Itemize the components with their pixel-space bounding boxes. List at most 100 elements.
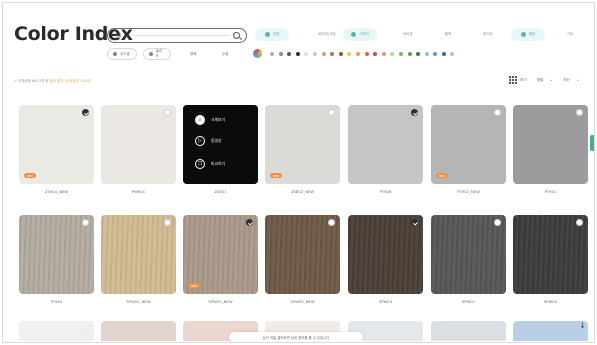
card-name[interactable]: PT902_NEW <box>431 189 506 194</box>
card-name[interactable]: ZS802_NEW <box>265 189 340 194</box>
color-card-preview[interactable] <box>513 321 588 341</box>
color-swatch[interactable] <box>416 51 421 56</box>
color-card[interactable] <box>513 105 588 184</box>
select-checkbox[interactable] <box>164 109 171 116</box>
select-checkbox[interactable] <box>328 109 335 116</box>
menu-item-magnifier[interactable]: ⌕ 크게보기 <box>195 115 225 125</box>
color-swatch[interactable] <box>441 51 446 56</box>
color-swatch[interactable] <box>304 51 309 56</box>
color-card[interactable]: ⌕ 크게보기 ▷ 동영상 ❐ 비교하기 <box>183 105 258 184</box>
color-swatch[interactable] <box>338 51 343 56</box>
card-name[interactable]: SPW01 <box>431 299 506 304</box>
select-checkbox[interactable] <box>494 109 501 116</box>
sort-select[interactable]: 정렬 <box>537 78 543 83</box>
color-card[interactable]: NEW <box>19 105 94 184</box>
order-select[interactable]: 최신 <box>563 78 569 83</box>
type-chip[interactable]: 무광 <box>217 48 237 60</box>
side-tab[interactable] <box>590 135 594 151</box>
menu-item-copy[interactable]: ❐ 비교하기 <box>195 159 225 169</box>
view-label[interactable]: 보기 <box>520 78 526 83</box>
color-card-preview[interactable] <box>101 321 176 341</box>
breadcrumb-prefix[interactable]: < 전체상품 6813개 중 <box>14 79 49 83</box>
card-name[interactable]: ZS801 <box>183 189 258 194</box>
color-card-preview[interactable] <box>431 321 506 341</box>
filter-chip[interactable]: 기타 <box>555 28 585 41</box>
card-name[interactable]: PT908 <box>348 189 423 194</box>
type-chip[interactable]: 광택 <box>185 48 205 60</box>
filter-chip[interactable]: 그레이 <box>343 28 377 41</box>
select-checkbox[interactable] <box>494 219 501 226</box>
select-checkbox[interactable] <box>246 219 253 226</box>
play-icon: ▷ <box>195 136 205 146</box>
type-chip[interactable]: 솔리드 <box>143 48 171 60</box>
color-swatch[interactable] <box>433 51 438 56</box>
select-checkbox[interactable] <box>82 219 89 226</box>
color-swatch[interactable] <box>295 51 300 56</box>
color-swatch[interactable] <box>364 51 369 56</box>
color-card[interactable] <box>101 105 176 184</box>
filter-chip-label: 전체 <box>272 32 280 36</box>
color-swatch[interactable] <box>312 51 317 56</box>
color-card[interactable] <box>431 215 506 294</box>
grid-view-icon[interactable] <box>509 76 518 84</box>
color-swatch[interactable] <box>373 51 378 56</box>
card-name[interactable]: PT903 <box>19 299 94 304</box>
filter-chip-label: 브라운 <box>403 32 413 36</box>
color-card[interactable] <box>348 105 423 184</box>
card-name[interactable]: SPW05_NEW <box>265 299 340 304</box>
select-checkbox[interactable] <box>576 219 583 226</box>
color-card[interactable]: NEW <box>431 105 506 184</box>
select-checkbox[interactable] <box>82 109 89 116</box>
color-card[interactable] <box>348 215 423 294</box>
color-swatch[interactable] <box>270 51 274 56</box>
filter-chip-label: 패턴 <box>528 32 536 36</box>
color-swatch[interactable] <box>330 51 335 56</box>
color-swatch[interactable] <box>278 51 283 56</box>
filter-chip[interactable]: 블랙 <box>431 28 465 41</box>
select-checkbox[interactable] <box>164 219 171 226</box>
card-name[interactable]: SPW02_NEW <box>101 299 176 304</box>
color-card[interactable]: NEW <box>183 215 258 294</box>
type-chip[interactable]: 우드결 <box>107 48 137 60</box>
color-card[interactable] <box>19 215 94 294</box>
color-card[interactable]: NEW <box>265 105 340 184</box>
menu-item-label: 비교하기 <box>211 161 225 166</box>
color-card[interactable] <box>101 215 176 294</box>
new-badge: NEW <box>24 173 36 178</box>
select-checkbox[interactable] <box>576 109 583 116</box>
card-name[interactable]: SPW03_NEW <box>183 299 258 304</box>
card-name[interactable]: SPW03 <box>513 299 588 304</box>
filter-chip[interactable]: 패턴 <box>511 28 545 41</box>
color-swatch[interactable] <box>287 51 292 56</box>
filter-chip[interactable]: 화이트 <box>471 28 505 41</box>
color-swatch[interactable] <box>407 51 412 56</box>
card-name[interactable]: SPW04 <box>348 299 423 304</box>
color-card[interactable] <box>513 215 588 294</box>
color-card[interactable] <box>265 215 340 294</box>
search-category-select[interactable]: 전체 <box>114 33 121 39</box>
copy-icon: ❐ <box>195 159 205 169</box>
scroll-down-icon[interactable]: ↓ <box>579 321 586 330</box>
menu-item-play[interactable]: ▷ 동영상 <box>195 136 221 146</box>
select-checkbox[interactable] <box>328 219 335 226</box>
filter-chip[interactable]: 전체 <box>255 28 289 41</box>
color-swatch[interactable] <box>381 51 386 56</box>
color-swatch[interactable] <box>398 51 403 56</box>
search-input[interactable] <box>132 35 229 36</box>
color-swatch[interactable] <box>390 51 395 56</box>
color-swatch[interactable] <box>450 51 455 56</box>
select-checkbox[interactable] <box>411 219 418 226</box>
chevron-down-icon: ⌄ <box>575 77 580 83</box>
filter-chip[interactable]: 브라운 <box>391 28 425 41</box>
card-name[interactable]: ZS904_NEW <box>19 189 94 194</box>
card-name[interactable]: PT901 <box>513 189 588 194</box>
search-bar[interactable]: 전체 ⌄ <box>107 28 247 43</box>
color-swatch[interactable] <box>347 51 352 56</box>
all-colors-icon[interactable] <box>253 49 262 58</box>
color-swatch[interactable] <box>424 51 429 56</box>
color-swatch[interactable] <box>321 51 326 56</box>
color-swatch[interactable] <box>355 51 360 56</box>
search-icon[interactable] <box>233 32 240 39</box>
select-checkbox[interactable] <box>411 109 418 116</box>
card-name[interactable]: PW901 <box>101 189 176 194</box>
